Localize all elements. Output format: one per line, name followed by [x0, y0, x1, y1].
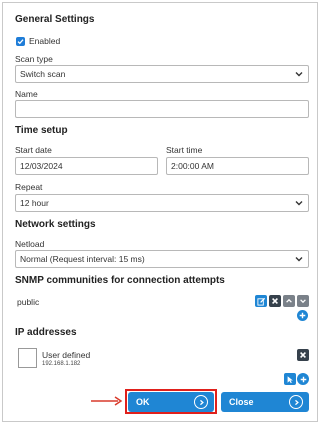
- edit-icon: [256, 297, 265, 306]
- repeat-label: Repeat: [15, 182, 43, 192]
- ok-button[interactable]: OK: [128, 392, 214, 412]
- cursor-icon: [287, 375, 293, 383]
- network-settings-heading: Network settings: [15, 219, 96, 230]
- move-up-button[interactable]: [283, 295, 295, 307]
- ip-entry-thumbnail: [18, 348, 37, 368]
- delete-button[interactable]: [269, 295, 281, 307]
- snmp-item-public[interactable]: public: [17, 297, 39, 307]
- ip-toolbar: [284, 373, 309, 385]
- scan-type-label: Scan type: [15, 54, 53, 64]
- scan-type-select[interactable]: Switch scan: [15, 65, 309, 83]
- netload-select[interactable]: Normal (Request interval: 15 ms): [15, 250, 309, 268]
- snmp-heading: SNMP communities for connection attempts: [15, 275, 225, 286]
- enabled-checkbox-row[interactable]: Enabled: [16, 36, 60, 46]
- close-button[interactable]: Close: [221, 392, 309, 412]
- start-date-input[interactable]: 12/03/2024: [15, 157, 158, 175]
- name-label: Name: [15, 89, 38, 99]
- enabled-label: Enabled: [29, 36, 61, 46]
- chevron-down-icon: [295, 201, 303, 206]
- ip-entry-address: 192.168.1.182: [42, 361, 81, 367]
- general-settings-heading: General Settings: [15, 14, 95, 25]
- pointer-arrow-icon: [91, 396, 123, 406]
- time-setup-heading: Time setup: [15, 125, 68, 136]
- move-down-button[interactable]: [297, 295, 309, 307]
- start-date-label: Start date: [15, 145, 52, 155]
- add-community-button[interactable]: [297, 310, 308, 321]
- name-input[interactable]: [15, 100, 309, 118]
- close-icon: [272, 298, 278, 304]
- ok-label: OK: [136, 397, 150, 407]
- start-time-label: Start time: [166, 145, 203, 155]
- pick-ip-button[interactable]: [284, 373, 296, 385]
- repeat-select[interactable]: 12 hour: [15, 194, 309, 212]
- snmp-toolbar: [255, 295, 309, 307]
- repeat-value: 12 hour: [20, 198, 49, 208]
- close-icon: [300, 352, 306, 358]
- ip-entry-title: User defined: [42, 350, 91, 360]
- start-time-input[interactable]: 2:00:00 AM: [166, 157, 309, 175]
- close-label: Close: [229, 397, 254, 407]
- chevron-right-icon: [194, 395, 208, 409]
- chevron-down-icon: [295, 257, 303, 262]
- add-ip-button[interactable]: [297, 373, 309, 385]
- ip-addresses-heading: IP addresses: [15, 327, 77, 338]
- netload-value: Normal (Request interval: 15 ms): [20, 254, 145, 264]
- chevron-down-icon: [295, 72, 303, 77]
- delete-ip-button[interactable]: [297, 349, 309, 361]
- plus-icon: [300, 376, 306, 382]
- netload-label: Netload: [15, 239, 45, 249]
- enabled-checkbox[interactable]: [16, 36, 25, 46]
- edit-button[interactable]: [255, 295, 267, 307]
- plus-icon: [299, 312, 306, 319]
- scan-type-value: Switch scan: [20, 69, 66, 79]
- chevron-down-icon: [300, 299, 306, 304]
- chevron-up-icon: [286, 298, 292, 303]
- chevron-right-icon: [289, 395, 303, 409]
